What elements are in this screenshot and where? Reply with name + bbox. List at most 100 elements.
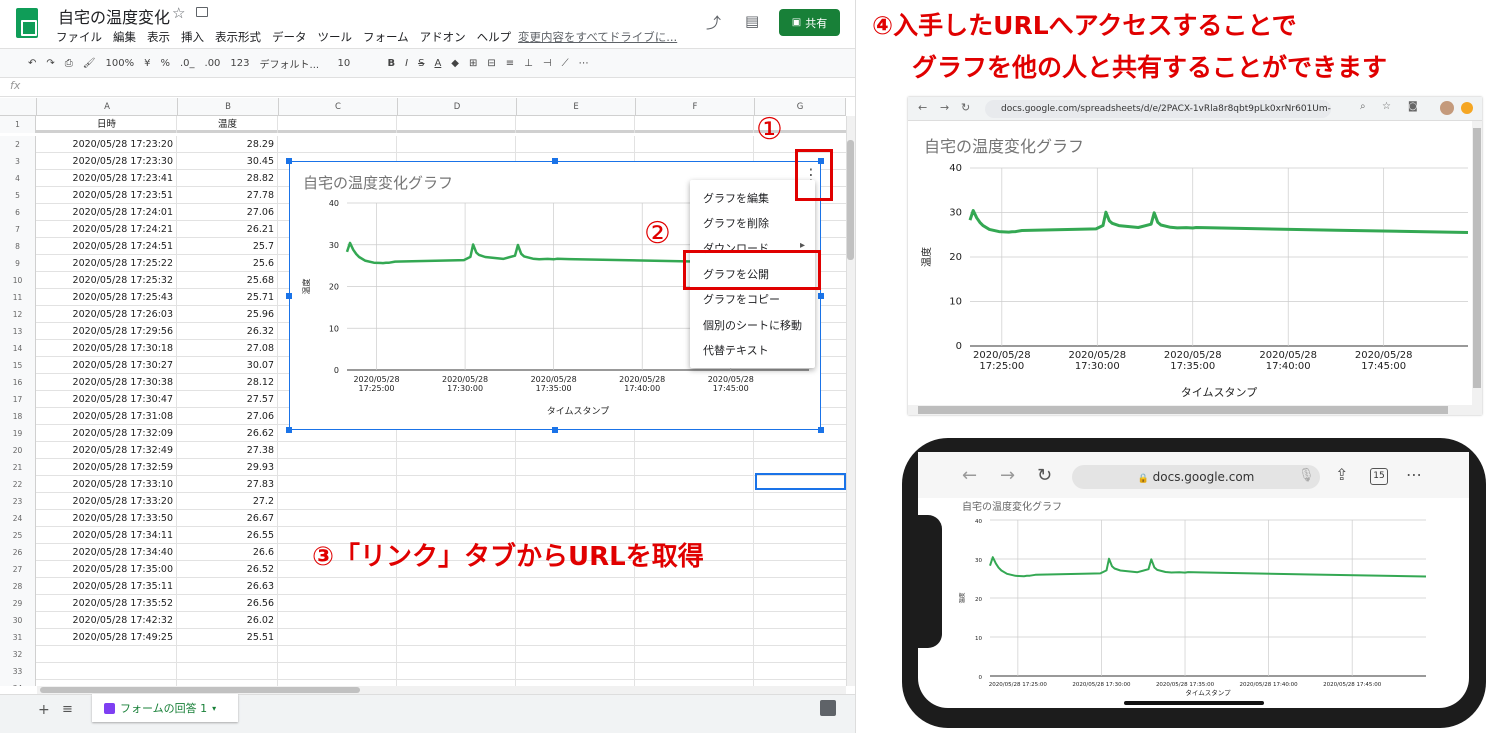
comment-icon[interactable]: ▤ bbox=[745, 12, 759, 30]
cell-date[interactable]: 2020/05/28 17:34:40 bbox=[37, 544, 177, 561]
font-select[interactable]: デフォルト... bbox=[260, 56, 328, 71]
cell-date[interactable]: 2020/05/28 17:33:20 bbox=[37, 493, 177, 510]
cell-temperature[interactable]: 26.62 bbox=[178, 425, 278, 442]
row-number[interactable]: 33 bbox=[0, 663, 36, 680]
cell-temperature[interactable]: 27.08 bbox=[178, 340, 278, 357]
tab-count-badge[interactable]: 15 bbox=[1370, 468, 1388, 485]
add-sheet-icon[interactable]: + bbox=[38, 702, 50, 718]
row-number[interactable]: 22 bbox=[0, 476, 36, 493]
cell-temperature[interactable] bbox=[178, 663, 278, 680]
menu-item-edit-chart[interactable]: グラフを編集 bbox=[703, 190, 769, 206]
cell-temperature[interactable]: 25.96 bbox=[178, 306, 278, 323]
cell-date[interactable]: 2020/05/28 17:32:49 bbox=[37, 442, 177, 459]
resize-handle[interactable] bbox=[286, 427, 292, 433]
menu-item[interactable]: ツール bbox=[318, 29, 353, 45]
cell-temperature[interactable]: 25.51 bbox=[178, 629, 278, 646]
paint-format-icon[interactable]: 🖌 bbox=[83, 58, 96, 69]
column-header-d[interactable]: D bbox=[398, 98, 517, 116]
share-icon[interactable]: ⇪ bbox=[1335, 465, 1348, 484]
cell-date[interactable]: 2020/05/28 17:25:43 bbox=[37, 289, 177, 306]
row-number[interactable]: 11 bbox=[0, 289, 36, 306]
cell-header-temp[interactable]: 温度 bbox=[178, 116, 278, 133]
menu-item-move-to-sheet[interactable]: 個別のシートに移動 bbox=[703, 317, 802, 333]
formula-bar[interactable]: fx bbox=[0, 79, 855, 97]
explore-icon[interactable] bbox=[820, 700, 836, 716]
row-number[interactable]: 31 bbox=[0, 629, 36, 646]
row-number[interactable]: 5 bbox=[0, 187, 36, 204]
phone-back-icon[interactable]: ← bbox=[962, 465, 977, 486]
cell-temperature[interactable]: 27.38 bbox=[178, 442, 278, 459]
cell-date[interactable]: 2020/05/28 17:29:56 bbox=[37, 323, 177, 340]
cell-temperature[interactable] bbox=[178, 646, 278, 663]
strikethrough-button[interactable]: S bbox=[418, 58, 424, 69]
activity-trend-icon[interactable]: ⤴ bbox=[706, 12, 721, 33]
row-number[interactable]: 6 bbox=[0, 204, 36, 221]
cell-date[interactable] bbox=[37, 663, 177, 680]
row-number[interactable]: 23 bbox=[0, 493, 36, 510]
column-header-a[interactable]: A bbox=[37, 98, 178, 116]
cell-date[interactable]: 2020/05/28 17:23:20 bbox=[37, 136, 177, 153]
cell-temperature[interactable]: 30.45 bbox=[178, 153, 278, 170]
more-tools-button[interactable]: ⋯ bbox=[579, 58, 589, 69]
align-vertical-icon[interactable]: ⊥ bbox=[524, 58, 533, 69]
share-button[interactable]: ▣ 共有 bbox=[779, 9, 840, 36]
cell-date[interactable]: 2020/05/28 17:30:38 bbox=[37, 374, 177, 391]
cell-date[interactable]: 2020/05/28 17:25:22 bbox=[37, 255, 177, 272]
cell-date[interactable]: 2020/05/28 17:23:41 bbox=[37, 170, 177, 187]
menu-item[interactable]: 表示形式 bbox=[215, 29, 261, 45]
cell-date[interactable]: 2020/05/28 17:26:03 bbox=[37, 306, 177, 323]
cell-date[interactable]: 2020/05/28 17:35:11 bbox=[37, 578, 177, 595]
cell-temperature[interactable]: 27.57 bbox=[178, 391, 278, 408]
borders-icon[interactable]: ⊞ bbox=[469, 58, 477, 69]
row-number[interactable]: 2 bbox=[0, 136, 36, 153]
row-number[interactable]: 17 bbox=[0, 391, 36, 408]
sheet-tab[interactable]: フォームの回答 1 ▾ bbox=[92, 694, 238, 722]
row-number[interactable]: 10 bbox=[0, 272, 36, 289]
row-number[interactable]: 3 bbox=[0, 153, 36, 170]
cell-temperature[interactable]: 26.32 bbox=[178, 323, 278, 340]
cell-date[interactable]: 2020/05/28 17:24:01 bbox=[37, 204, 177, 221]
camera-icon[interactable]: ◙ bbox=[1408, 101, 1418, 112]
row-number[interactable]: 34 bbox=[0, 680, 36, 686]
cell-temperature[interactable]: 26.63 bbox=[178, 578, 278, 595]
column-header-f[interactable]: F bbox=[636, 98, 755, 116]
row-number[interactable]: 21 bbox=[0, 459, 36, 476]
cell-temperature[interactable]: 27.06 bbox=[178, 204, 278, 221]
font-size-select[interactable]: 10 bbox=[338, 58, 378, 69]
row-number[interactable]: 29 bbox=[0, 595, 36, 612]
text-color-button[interactable]: A bbox=[434, 58, 441, 69]
cell-temperature[interactable]: 25.71 bbox=[178, 289, 278, 306]
percent-button[interactable]: % bbox=[160, 58, 170, 69]
sheets-logo-icon[interactable] bbox=[16, 8, 38, 38]
row-number[interactable]: 24 bbox=[0, 510, 36, 527]
italic-button[interactable]: I bbox=[405, 58, 408, 69]
avatar[interactable] bbox=[1440, 101, 1454, 115]
back-arrow-icon[interactable]: ← bbox=[918, 101, 927, 114]
cell-date[interactable]: 2020/05/28 17:35:52 bbox=[37, 595, 177, 612]
text-rotate-icon[interactable]: ⟋ bbox=[562, 58, 569, 69]
cell-temperature[interactable]: 26.56 bbox=[178, 595, 278, 612]
row-number[interactable]: 7 bbox=[0, 221, 36, 238]
all-sheets-icon[interactable]: ≡ bbox=[62, 702, 73, 717]
row-number[interactable]: 14 bbox=[0, 340, 36, 357]
row-number[interactable]: 13 bbox=[0, 323, 36, 340]
browser-vertical-scroll-thumb[interactable] bbox=[1473, 128, 1481, 388]
selected-cell[interactable] bbox=[755, 473, 846, 490]
phone-reload-icon[interactable]: ↻ bbox=[1037, 465, 1052, 486]
cell-date[interactable]: 2020/05/28 17:30:47 bbox=[37, 391, 177, 408]
cell-temperature[interactable]: 26.55 bbox=[178, 527, 278, 544]
cell-date[interactable]: 2020/05/28 17:30:18 bbox=[37, 340, 177, 357]
menu-item-copy-chart[interactable]: グラフをコピー bbox=[703, 291, 780, 307]
more-formats-button[interactable]: 123 bbox=[230, 58, 249, 69]
print-icon[interactable]: ⎙ bbox=[65, 58, 73, 69]
cell-temperature[interactable]: 28.82 bbox=[178, 170, 278, 187]
align-horizontal-icon[interactable]: ≡ bbox=[506, 58, 514, 69]
row-number[interactable]: 32 bbox=[0, 646, 36, 663]
increase-decimal-button[interactable]: .00 bbox=[205, 58, 221, 69]
row-number[interactable]: 15 bbox=[0, 357, 36, 374]
row-number[interactable]: 12 bbox=[0, 306, 36, 323]
cell-date[interactable]: 2020/05/28 17:32:59 bbox=[37, 459, 177, 476]
row-number[interactable]: 1 bbox=[0, 116, 36, 133]
document-title[interactable]: 自宅の温度変化 bbox=[58, 4, 170, 28]
cell-temperature[interactable]: 28.29 bbox=[178, 136, 278, 153]
